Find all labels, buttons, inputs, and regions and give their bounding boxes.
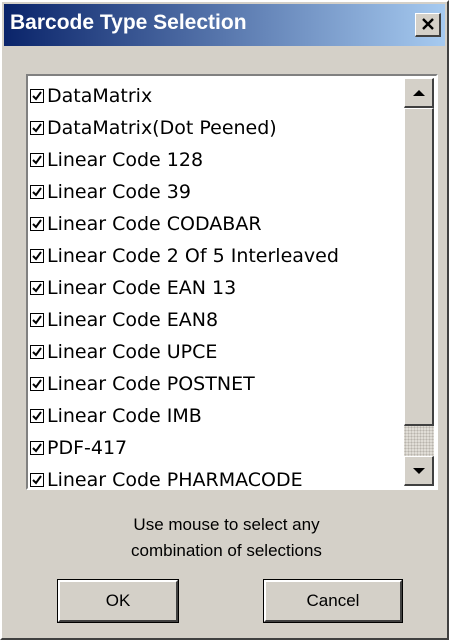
- list-item[interactable]: Linear Code 2 Of 5 Interleaved: [30, 240, 406, 272]
- item-checkbox[interactable]: [30, 313, 44, 327]
- barcode-type-list[interactable]: DataMatrix DataMatrix(Dot Peened) Linear C…: [26, 74, 438, 490]
- list-item[interactable]: Linear Code 39: [30, 176, 406, 208]
- item-checkbox[interactable]: [30, 473, 44, 487]
- checkmark-icon: [32, 123, 42, 133]
- hint-line-1: Use mouse to select any: [133, 515, 320, 534]
- checkmark-icon: [32, 315, 42, 325]
- cancel-button[interactable]: Cancel: [263, 579, 403, 623]
- checkmark-icon: [32, 475, 42, 485]
- checkmark-icon: [32, 283, 42, 293]
- barcode-type-items: DataMatrix DataMatrix(Dot Peened) Linear C…: [30, 80, 406, 490]
- checkmark-icon: [32, 443, 42, 453]
- list-item[interactable]: Linear Code IMB: [30, 400, 406, 432]
- checkmark-icon: [32, 155, 42, 165]
- close-button[interactable]: [415, 13, 441, 37]
- hint-line-2: combination of selections: [131, 541, 322, 560]
- item-checkbox[interactable]: [30, 121, 44, 135]
- selection-hint: Use mouse to select any combination of s…: [2, 512, 449, 564]
- vertical-scrollbar[interactable]: [404, 78, 434, 486]
- scroll-down-button[interactable]: [404, 456, 434, 486]
- checkmark-icon: [32, 187, 42, 197]
- scroll-thumb[interactable]: [404, 108, 434, 426]
- item-label: Linear Code EAN8: [47, 309, 219, 331]
- ok-button[interactable]: OK: [57, 579, 179, 623]
- item-label: Linear Code 39: [47, 181, 191, 203]
- item-label: Linear Code 2 Of 5 Interleaved: [47, 245, 339, 267]
- checkmark-icon: [32, 219, 42, 229]
- item-label: DataMatrix(Dot Peened): [47, 117, 277, 139]
- item-label: Linear Code PHARMACODE: [47, 469, 303, 490]
- scroll-up-button[interactable]: [404, 78, 434, 108]
- title-bar[interactable]: Barcode Type Selection: [4, 4, 445, 46]
- item-label: Linear Code IMB: [47, 405, 202, 427]
- item-checkbox[interactable]: [30, 441, 44, 455]
- checkmark-icon: [32, 91, 42, 101]
- list-item[interactable]: Linear Code POSTNET: [30, 368, 406, 400]
- item-checkbox[interactable]: [30, 377, 44, 391]
- item-label: DataMatrix: [47, 85, 153, 107]
- item-checkbox[interactable]: [30, 153, 44, 167]
- item-label: Linear Code 128: [47, 149, 204, 171]
- list-item[interactable]: Linear Code PHARMACODE: [30, 464, 406, 490]
- item-checkbox[interactable]: [30, 185, 44, 199]
- list-item[interactable]: Linear Code CODABAR: [30, 208, 406, 240]
- item-checkbox[interactable]: [30, 409, 44, 423]
- list-item[interactable]: DataMatrix: [30, 80, 406, 112]
- window-title: Barcode Type Selection: [10, 11, 247, 34]
- item-label: Linear Code UPCE: [47, 341, 218, 363]
- arrow-up-icon: [412, 89, 425, 96]
- list-item[interactable]: PDF-417: [30, 432, 406, 464]
- close-icon: [421, 18, 434, 30]
- checkmark-icon: [32, 251, 42, 261]
- item-checkbox[interactable]: [30, 217, 44, 231]
- arrow-down-icon: [412, 467, 425, 474]
- item-checkbox[interactable]: [30, 281, 44, 295]
- item-checkbox[interactable]: [30, 89, 44, 103]
- checkmark-icon: [32, 379, 42, 389]
- list-item[interactable]: Linear Code UPCE: [30, 336, 406, 368]
- item-label: Linear Code CODABAR: [47, 213, 262, 235]
- item-checkbox[interactable]: [30, 249, 44, 263]
- item-label: Linear Code EAN 13: [47, 277, 237, 299]
- item-checkbox[interactable]: [30, 345, 44, 359]
- list-item[interactable]: Linear Code EAN8: [30, 304, 406, 336]
- checkmark-icon: [32, 411, 42, 421]
- checkmark-icon: [32, 347, 42, 357]
- list-item[interactable]: DataMatrix(Dot Peened): [30, 112, 406, 144]
- item-label: PDF-417: [47, 437, 128, 459]
- list-item[interactable]: Linear Code EAN 13: [30, 272, 406, 304]
- barcode-type-dialog: Barcode Type Selection DataMatrix DataMat…: [0, 0, 449, 640]
- list-item[interactable]: Linear Code 128: [30, 144, 406, 176]
- item-label: Linear Code POSTNET: [47, 373, 255, 395]
